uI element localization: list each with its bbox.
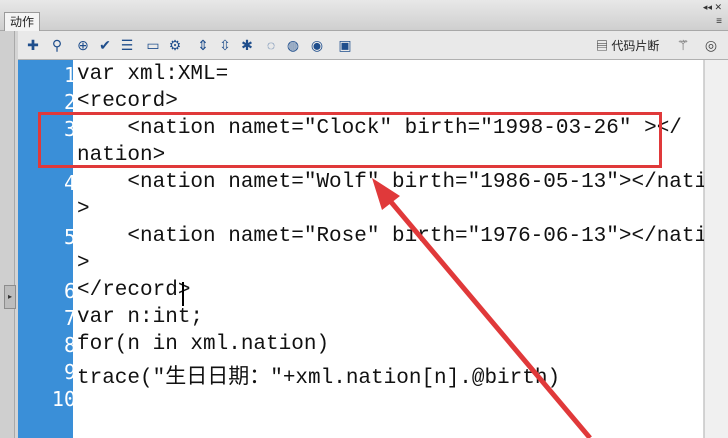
annotation-arrow xyxy=(372,178,592,438)
